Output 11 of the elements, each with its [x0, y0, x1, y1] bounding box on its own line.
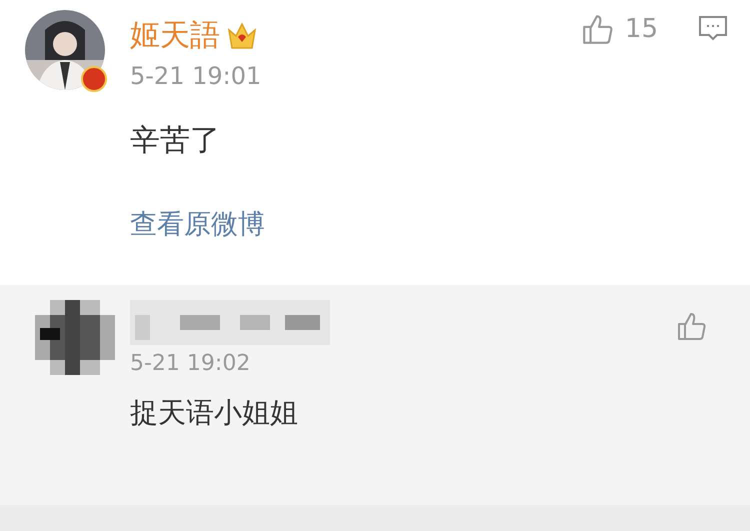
comment-time: 5-21 19:01: [130, 62, 262, 90]
thumbs-up-icon[interactable]: [676, 310, 708, 342]
reply-time: 5-21 19:02: [130, 351, 252, 376]
crown-icon: [226, 20, 258, 50]
user-name[interactable]: 姬天語: [130, 14, 220, 56]
comment-icon[interactable]: [698, 15, 728, 43]
reply-text: 捉天语小姐姐: [130, 395, 299, 431]
thumbs-up-icon[interactable]: [580, 12, 615, 46]
comment-text: 辛苦了: [130, 122, 221, 160]
like-count: 15: [624, 14, 658, 44]
view-original-link[interactable]: 查看原微博: [130, 206, 265, 242]
